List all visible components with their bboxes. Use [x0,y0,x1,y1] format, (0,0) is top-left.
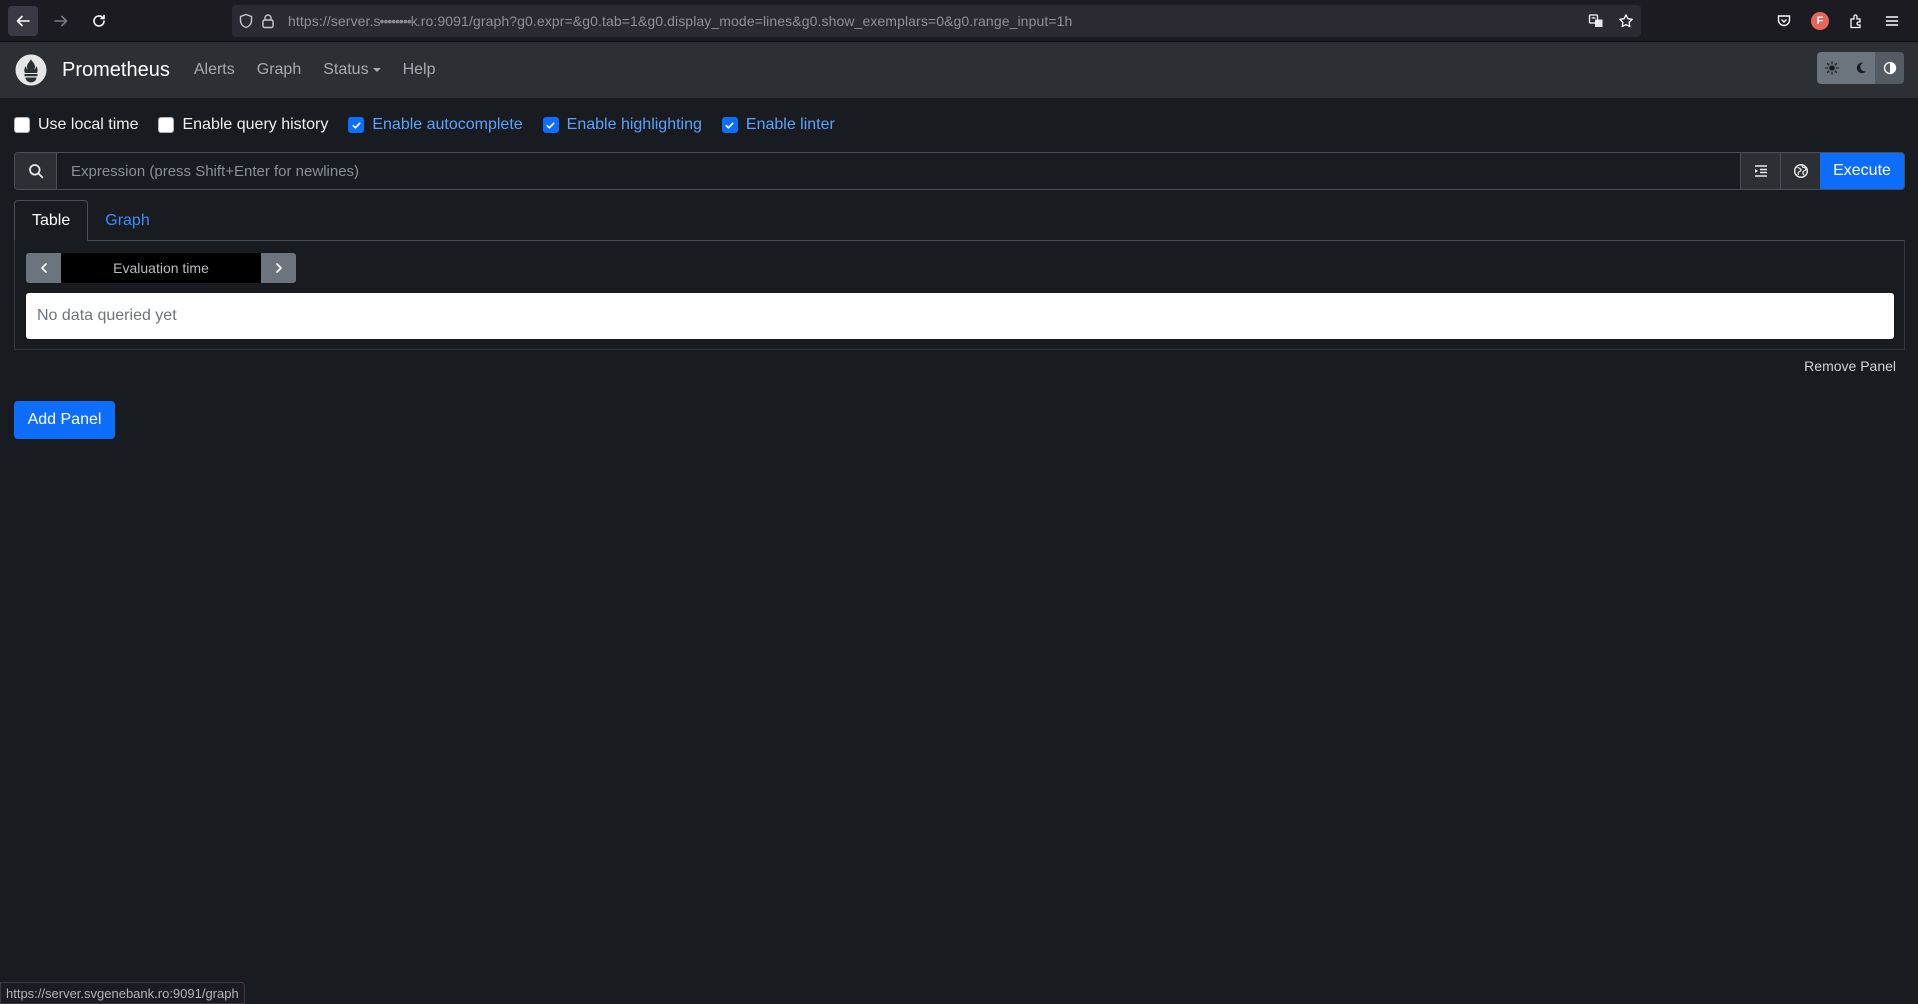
app-navbar: Prometheus Alerts Graph Status Help [0,42,1918,98]
bookmark-star-icon[interactable] [1611,6,1641,36]
chevron-right-icon [275,263,282,273]
account-avatar[interactable]: F [1802,6,1838,36]
tab-table[interactable]: Table [14,200,89,241]
query-options: Use local time Enable query history Enab… [14,115,855,135]
nav-help[interactable]: Help [403,61,436,79]
status-bar-url: https://server.svgenebank.ro:9091/graph [0,982,245,1004]
option-label: Use local time [38,116,139,133]
reload-icon [93,14,105,27]
remove-panel-link[interactable]: Remove Panel [1804,358,1896,374]
search-icon-box [15,153,57,189]
brand-name: Prometheus [62,58,170,81]
arrow-right-icon [54,15,68,26]
option-autocomplete[interactable]: Enable autocomplete [348,116,523,134]
checkbox-use-local-time[interactable] [14,117,30,133]
theme-toggle-group [1817,52,1904,84]
translate-icon[interactable] [1581,6,1611,36]
tab-graph[interactable]: Graph [88,200,166,241]
caret-down-icon [372,68,381,72]
expression-input-group: Execute [14,152,1905,190]
no-data-message: No data queried yet [26,293,1894,339]
sun-icon [1824,61,1839,75]
nav-status-dropdown[interactable]: Status [323,61,381,79]
reload-button[interactable] [84,6,114,36]
arrow-left-icon [16,15,30,26]
search-icon [28,164,43,179]
expression-input[interactable] [57,153,1740,189]
theme-dark-button[interactable] [1846,52,1875,84]
option-highlighting[interactable]: Enable highlighting [542,116,702,134]
execute-button[interactable]: Execute [1820,153,1904,189]
moon-icon [1856,62,1866,74]
tracking-shield-icon[interactable] [238,13,254,29]
option-query-history[interactable]: Enable query history [158,116,328,134]
option-label: Enable linter [745,116,835,133]
address-bar[interactable]: https://server.s••••••••k.ro:9091/graph?… [232,5,1641,37]
metrics-explorer-button[interactable] [1780,153,1820,189]
brand-link[interactable]: Prometheus [15,54,170,86]
theme-light-button[interactable] [1817,52,1846,84]
menu-hamburger-icon[interactable] [1874,6,1910,36]
checkbox-highlighting[interactable] [542,117,559,133]
back-button[interactable] [8,5,38,36]
checkbox-query-history[interactable] [158,117,175,133]
url-redacted-host: s••••••••k [373,13,418,29]
chevron-left-icon [40,263,47,273]
checkbox-linter[interactable] [721,117,738,133]
extensions-icon[interactable] [1838,6,1874,36]
panel-content: Evaluation time No data queried yet [14,240,1905,350]
check-icon [546,121,555,129]
checkbox-autocomplete[interactable] [348,117,365,133]
option-label: Enable query history [182,116,329,133]
eval-time-back-button[interactable] [26,253,61,283]
prometheus-logo-icon [15,54,47,86]
indent-icon [1754,165,1767,177]
half-circle-icon [1883,61,1896,75]
url-text: https://server.s••••••••k.ro:9091/graph?… [288,13,1073,29]
option-linter[interactable]: Enable linter [721,116,835,134]
eval-time-forward-button[interactable] [261,253,296,283]
lock-icon[interactable] [260,13,276,29]
pocket-icon[interactable] [1766,6,1802,36]
add-panel-button[interactable]: Add Panel [14,401,115,439]
option-label: Enable autocomplete [372,116,523,133]
option-label: Enable highlighting [566,116,702,133]
format-expression-button[interactable] [1740,153,1780,189]
evaluation-time-picker: Evaluation time [26,253,296,283]
theme-auto-button[interactable] [1875,52,1904,84]
evaluation-time-input[interactable]: Evaluation time [61,253,261,283]
globe-icon [1793,163,1808,179]
option-use-local-time[interactable]: Use local time [14,116,138,134]
account-initial: F [1811,12,1829,30]
nav-alerts[interactable]: Alerts [194,61,235,79]
check-icon [352,121,361,129]
check-icon [725,121,734,129]
browser-toolbar: https://server.s••••••••k.ro:9091/graph?… [0,0,1918,42]
forward-button[interactable] [46,6,76,36]
nav-graph[interactable]: Graph [257,61,301,79]
panel-tabs: Table Graph [14,200,167,241]
nav-status-label: Status [323,61,369,78]
